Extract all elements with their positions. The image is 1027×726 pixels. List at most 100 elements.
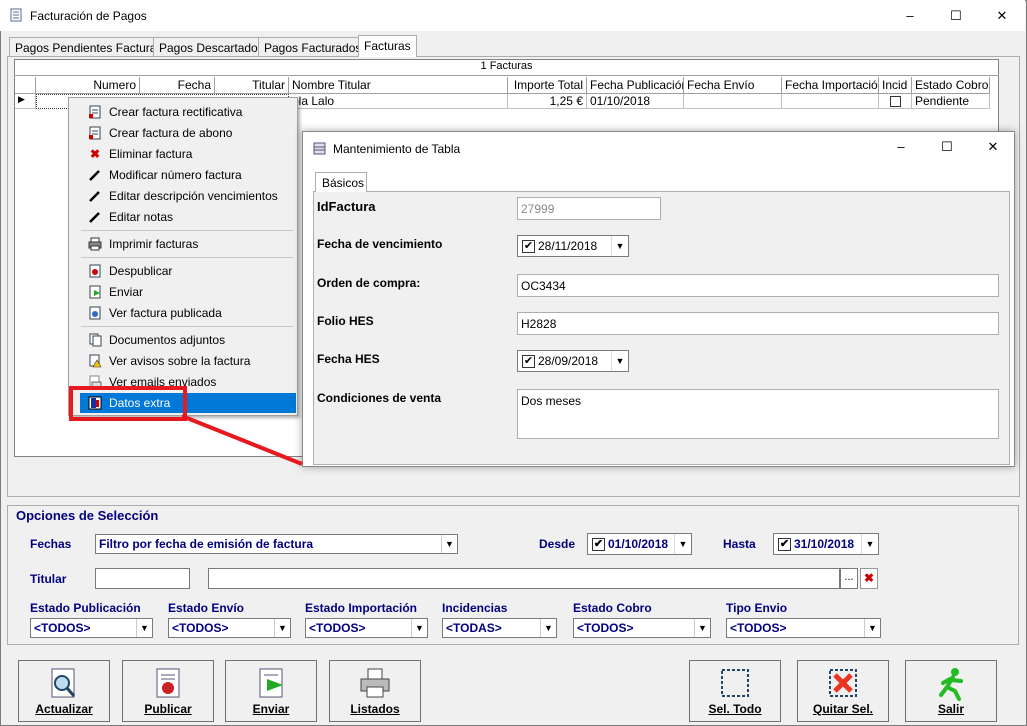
fechas-combo[interactable]: Filtro por fecha de emisión de factura ▼ [95,534,458,554]
estado-importacion-label: Estado Importación [305,601,418,615]
checkmark-icon[interactable]: ✔ [522,240,535,253]
column-header-nombre-titular[interactable]: Nombre Titular [289,77,508,94]
idfactura-field: 27999 [517,197,661,220]
annotation-arrow-line [181,414,303,466]
minimize-icon: – [897,139,905,154]
chevron-down-icon[interactable]: ▼ [441,535,457,553]
menu-item-crear-abono[interactable]: Crear factura de abono [69,123,297,143]
dialog-maximize-button[interactable]: ☐ [924,132,970,162]
column-header-titular[interactable]: Titular [215,77,289,94]
chevron-down-icon[interactable]: ▼ [611,351,628,371]
chevron-down-icon[interactable]: ▼ [694,619,710,637]
column-header-fecha-importacion[interactable]: Fecha Importación [782,77,879,94]
sel-todo-button[interactable]: Sel. Todo [689,660,781,722]
minimize-button[interactable]: – [887,0,933,31]
checkmark-icon[interactable]: ✔ [592,538,605,551]
opciones-seleccion-title: Opciones de Selección [14,508,161,523]
send-document-icon [259,668,283,698]
menu-item-eliminar-factura[interactable]: ✖ Eliminar factura [69,144,297,164]
tab-basicos[interactable]: Básicos [315,172,367,192]
tipo-envio-combo[interactable]: <TODOS> ▼ [726,618,881,638]
fecha-hes-picker[interactable]: ✔ 28/09/2018 ▼ [517,350,629,372]
chevron-down-icon[interactable]: ▼ [540,619,556,637]
estado-cobro-label: Estado Cobro [573,601,652,615]
tab-facturas[interactable]: Facturas [358,35,417,57]
menu-item-enviar[interactable]: Enviar [69,282,297,302]
menu-item-modificar-numero[interactable]: Modificar número factura [69,165,297,185]
salir-button[interactable]: Salir [905,660,997,722]
document-icon [88,306,102,320]
enviar-button[interactable]: Enviar [225,660,317,722]
tab-pagos-facturados[interactable]: Pagos Facturados [258,37,368,56]
row-indicator[interactable]: ▶ [15,94,36,109]
folio-hes-field[interactable]: H2828 [517,312,999,335]
column-header-estado-cobro[interactable]: Estado Cobro [912,77,990,94]
chevron-down-icon[interactable]: ▼ [861,534,878,554]
grid-cell-incid[interactable] [879,94,912,109]
running-man-icon [939,668,963,701]
publicar-button[interactable]: Publicar [122,660,214,722]
column-header-fecha-publicacion[interactable]: Fecha Publicación [587,77,684,94]
estado-importacion-combo[interactable]: <TODOS> ▼ [305,618,428,638]
checkmark-icon[interactable]: ✔ [778,538,791,551]
menu-separator [81,257,293,258]
grid-cell-fecha-importacion[interactable] [782,94,879,109]
dialog-close-button[interactable]: ✕ [970,132,1016,162]
column-header-incid[interactable]: Incid [879,77,912,94]
menu-item-editar-notas[interactable]: Editar notas [69,207,297,227]
orden-compra-field[interactable]: OC3434 [517,274,999,297]
chevron-down-icon[interactable]: ▼ [611,236,628,256]
column-header-fecha-envio[interactable]: Fecha Envío [684,77,782,94]
menu-item-ver-avisos[interactable]: Ver avisos sobre la factura [69,351,297,371]
estado-envio-combo[interactable]: <TODOS> ▼ [168,618,291,638]
maximize-icon: ☐ [941,139,953,154]
estado-publicacion-combo[interactable]: <TODOS> ▼ [30,618,153,638]
titular-browse-button[interactable]: ... [840,568,858,589]
quitar-sel-button[interactable]: Quitar Sel. [797,660,889,722]
menu-item-despublicar[interactable]: Despublicar [69,261,297,281]
close-icon: ✕ [996,8,1008,23]
grid-cell-estado-cobro[interactable]: Pendiente [912,94,990,109]
menu-item-crear-rectificativa[interactable]: Crear factura rectificativa [69,102,297,122]
titular-name-input[interactable] [208,568,840,589]
grid-cell-fecha-publicacion[interactable]: 01/10/2018 [587,94,684,109]
red-x-icon: ✖ [89,147,101,161]
estado-envio-label: Estado Envío [168,601,245,615]
listados-button[interactable]: Listados [329,660,421,722]
hasta-date-picker[interactable]: ✔ 31/10/2018 ▼ [773,533,879,555]
dialog-minimize-button[interactable]: – [878,132,924,162]
deselect-icon [829,669,857,697]
chevron-down-icon[interactable]: ▼ [274,619,290,637]
grid-cell-nombre-titular[interactable]: ola Lalo [289,94,508,109]
estado-cobro-combo[interactable]: <TODOS> ▼ [573,618,711,638]
menu-item-documentos-adjuntos[interactable]: Documentos adjuntos [69,330,297,350]
chevron-down-icon[interactable]: ▼ [136,619,152,637]
menu-item-imprimir-facturas[interactable]: Imprimir facturas [69,234,297,254]
printer-icon [88,237,102,251]
menu-item-ver-factura-publicada[interactable]: Ver factura publicada [69,303,297,323]
column-header-importe-total[interactable]: Importe Total [508,77,587,94]
fecha-vencimiento-picker[interactable]: ✔ 28/11/2018 ▼ [517,235,629,257]
maximize-button[interactable]: ☐ [933,0,979,31]
actualizar-button[interactable]: Actualizar [18,660,110,722]
close-button[interactable]: ✕ [979,0,1025,31]
tab-pagos-pendientes[interactable]: Pagos Pendientes Facturar [9,37,167,56]
chevron-down-icon[interactable]: ▼ [674,534,691,554]
annotation-highlight-box [69,386,187,421]
condiciones-venta-textarea[interactable]: Dos meses [517,389,999,439]
column-header-fecha[interactable]: Fecha [140,77,215,94]
grid-cell-fecha-envio[interactable] [684,94,782,109]
titular-label: Titular [30,572,67,586]
chevron-down-icon[interactable]: ▼ [411,619,427,637]
tab-pagos-descartados[interactable]: Pagos Descartados [153,37,270,56]
column-header-numero[interactable]: Numero [36,77,140,94]
grid-cell-importe[interactable]: 1,25 € [508,94,587,109]
titular-code-input[interactable] [95,568,190,589]
chevron-down-icon[interactable]: ▼ [864,619,880,637]
incid-checkbox[interactable] [890,96,901,107]
titular-clear-button[interactable]: ✖ [860,568,878,589]
incidencias-combo[interactable]: <TODAS> ▼ [442,618,557,638]
checkmark-icon[interactable]: ✔ [522,355,535,368]
desde-date-picker[interactable]: ✔ 01/10/2018 ▼ [587,533,692,555]
menu-item-editar-descripcion[interactable]: Editar descripción vencimientos [69,186,297,206]
